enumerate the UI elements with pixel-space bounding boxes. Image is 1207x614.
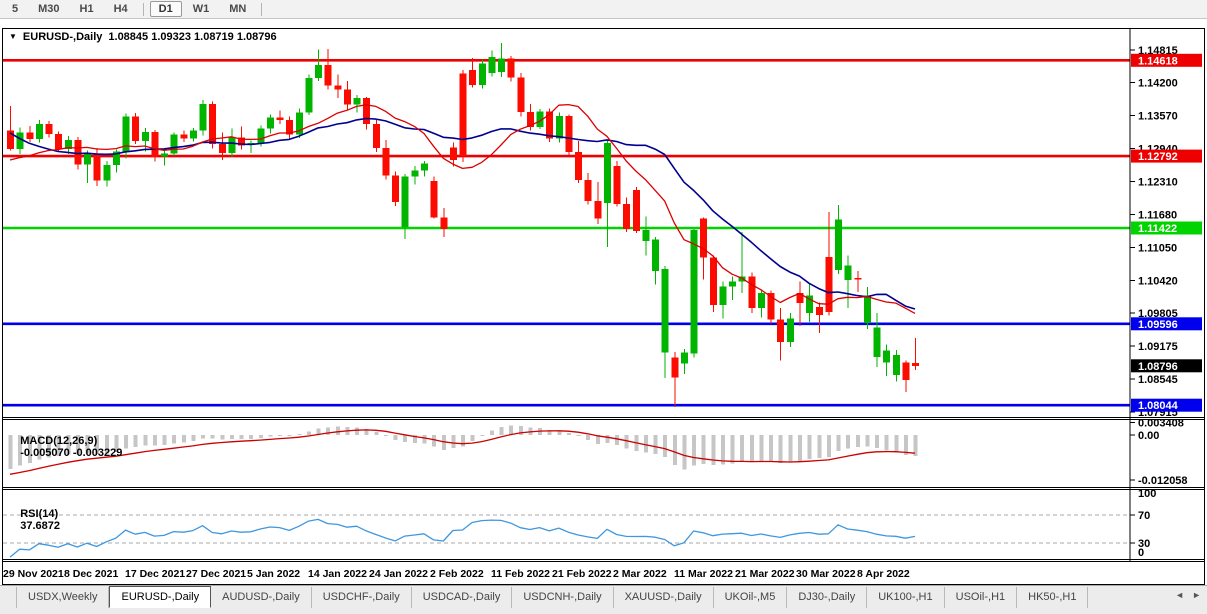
tab-eurusd-daily[interactable]: EURUSD-,Daily bbox=[109, 586, 211, 608]
chart-symbol-label: EURUSD-,Daily bbox=[23, 31, 102, 43]
date-label: 11 Mar 2022 bbox=[674, 568, 733, 580]
svg-text:1.11422: 1.11422 bbox=[1138, 223, 1177, 235]
candle bbox=[479, 60, 486, 89]
price-tick-label: 1.10420 bbox=[1138, 276, 1178, 288]
candle bbox=[200, 100, 207, 135]
date-label: 2 Feb 2022 bbox=[430, 568, 484, 580]
svg-text:1.09596: 1.09596 bbox=[1138, 319, 1178, 331]
date-axis: 29 Nov 20218 Dec 2021 17 Dec 202127 Dec 2… bbox=[3, 568, 910, 580]
price-tick-label: 1.08545 bbox=[1138, 374, 1178, 386]
tab-ukoil-m5[interactable]: UKOil-,M5 bbox=[714, 587, 788, 608]
price-tick-label: 1.11680 bbox=[1138, 210, 1177, 222]
price-tick-label: 1.11050 bbox=[1138, 243, 1177, 255]
tab-scroll-buttons: ◄ ► bbox=[1175, 590, 1201, 600]
svg-text:1.14618: 1.14618 bbox=[1138, 55, 1178, 67]
tab-usdcad-daily[interactable]: USDCAD-,Daily bbox=[412, 587, 513, 608]
svg-text:0.00: 0.00 bbox=[1138, 430, 1159, 442]
candle bbox=[209, 102, 216, 149]
candle bbox=[296, 109, 303, 138]
tab-dj30-daily[interactable]: DJ30-,Daily bbox=[787, 587, 867, 608]
candle bbox=[373, 120, 380, 152]
date-label: 21 Feb 2022 bbox=[552, 568, 612, 580]
tab-xauusd-daily[interactable]: XAUUSD-,Daily bbox=[614, 587, 714, 608]
candle bbox=[151, 130, 158, 162]
mt4-window: { "toolbar": { "timeframes": [ {"label":… bbox=[0, 0, 1207, 614]
price-tick-label: 1.12310 bbox=[1138, 176, 1178, 188]
tab-hk50-h1[interactable]: HK50-,H1 bbox=[1017, 587, 1088, 608]
candle bbox=[460, 70, 467, 162]
svg-text:1.08796: 1.08796 bbox=[1138, 361, 1178, 373]
chart-title: ▼ EURUSD-,Daily 1.08845 1.09323 1.08719 … bbox=[9, 31, 277, 43]
candle bbox=[431, 177, 438, 219]
date-label: 5 Jan 2022 bbox=[247, 568, 300, 580]
symbol-tab-bar: USDX,WeeklyEURUSD-,DailyAUDUSD-,DailyUSD… bbox=[0, 585, 1207, 614]
tab-audusd-daily[interactable]: AUDUSD-,Daily bbox=[211, 587, 312, 608]
candle bbox=[132, 113, 139, 144]
svg-text:0.003408: 0.003408 bbox=[1138, 417, 1184, 429]
price-tick-label: 1.13570 bbox=[1138, 110, 1178, 122]
chart-canvas[interactable]: 1.148151.142001.135701.129401.123101.116… bbox=[0, 0, 1207, 585]
rsi-indicator-label: RSI(14) 37.6872 bbox=[8, 496, 60, 544]
candle bbox=[306, 74, 313, 114]
symbol-tabs: USDX,WeeklyEURUSD-,DailyAUDUSD-,DailyUSD… bbox=[0, 586, 1207, 608]
tab-usoil-h1[interactable]: USOil-,H1 bbox=[945, 587, 1018, 608]
svg-text:1.12792: 1.12792 bbox=[1138, 151, 1178, 163]
candle bbox=[691, 229, 698, 358]
candle bbox=[556, 113, 563, 143]
date-label: 8 Dec 2021 bbox=[64, 568, 118, 580]
chart-ohlc-values: 1.08845 1.09323 1.08719 1.08796 bbox=[108, 31, 276, 43]
price-tick-label: 1.14200 bbox=[1138, 77, 1178, 89]
candle bbox=[614, 161, 621, 207]
candle bbox=[565, 114, 572, 155]
svg-text:0: 0 bbox=[1138, 547, 1144, 559]
candle bbox=[517, 73, 524, 117]
svg-text:70: 70 bbox=[1138, 510, 1150, 522]
price-tick-label: 1.09175 bbox=[1138, 341, 1178, 353]
date-label: 21 Mar 2022 bbox=[735, 568, 795, 580]
tab-usdchf-daily[interactable]: USDCHF-,Daily bbox=[312, 587, 412, 608]
date-label: 11 Feb 2022 bbox=[491, 568, 550, 580]
svg-text:100: 100 bbox=[1138, 488, 1156, 500]
date-label: 30 Mar 2022 bbox=[796, 568, 856, 580]
candle bbox=[710, 255, 717, 312]
tab-usdcnh-daily[interactable]: USDCNH-,Daily bbox=[512, 587, 613, 608]
tab-scroll-left-button[interactable]: ◄ bbox=[1175, 590, 1184, 600]
candle bbox=[633, 187, 640, 233]
date-label: 29 Nov 2021 bbox=[3, 568, 64, 580]
date-label: 17 Dec 2021 bbox=[125, 568, 185, 580]
tab-scroll-right-button[interactable]: ► bbox=[1192, 590, 1201, 600]
svg-text:-0.012058: -0.012058 bbox=[1138, 475, 1188, 487]
chart-background bbox=[0, 19, 1207, 585]
date-label: 2 Mar 2022 bbox=[613, 568, 667, 580]
svg-text:1.08044: 1.08044 bbox=[1138, 400, 1179, 412]
candle bbox=[392, 172, 399, 207]
date-label: 27 Dec 2021 bbox=[186, 568, 246, 580]
tab-uk100-h1[interactable]: UK100-,H1 bbox=[867, 587, 944, 608]
candle bbox=[171, 133, 178, 157]
tab-usdx-weekly[interactable]: USDX,Weekly bbox=[16, 587, 109, 608]
date-label: 8 Apr 2022 bbox=[857, 568, 910, 580]
macd-indicator-label: MACD(12,26,9) -0.005070 -0.003229 bbox=[8, 423, 122, 471]
chevron-down-icon[interactable]: ▼ bbox=[9, 32, 17, 41]
date-label: 24 Jan 2022 bbox=[369, 568, 428, 580]
candle bbox=[748, 273, 755, 313]
date-label: 14 Jan 2022 bbox=[308, 568, 367, 580]
